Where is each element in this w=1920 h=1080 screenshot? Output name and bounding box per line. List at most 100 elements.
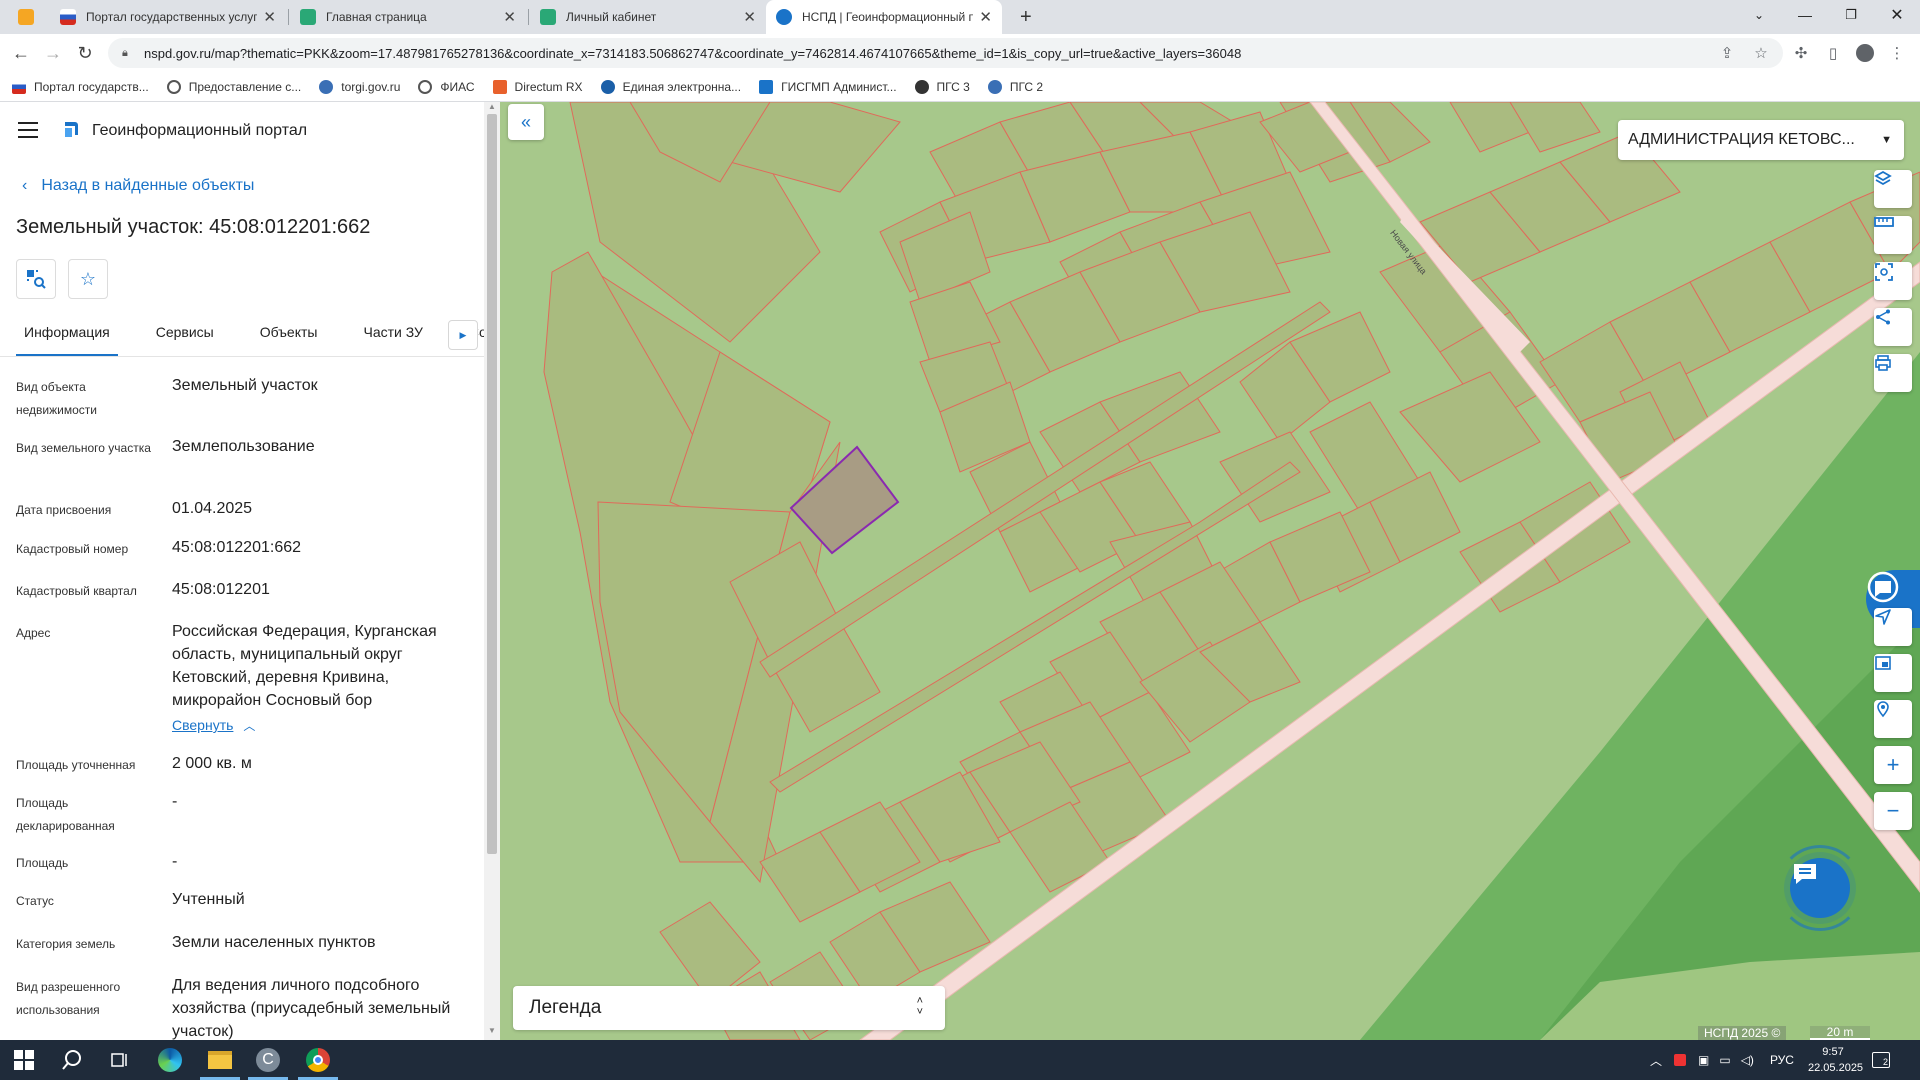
zoom-out-button[interactable]: − bbox=[1874, 792, 1912, 830]
bookmarks-bar: Портал государств... Предоставление с...… bbox=[0, 72, 1920, 102]
attr-value: Для ведения личного подсобного хозяйства… bbox=[172, 977, 451, 1040]
scroll-up-icon[interactable]: ▲ bbox=[484, 102, 500, 114]
menu-hamburger-icon[interactable] bbox=[18, 122, 38, 138]
app-c-icon[interactable]: C bbox=[254, 1046, 282, 1074]
system-tray: ︿ ▣ ▭ ◁) РУС bbox=[1650, 1040, 1794, 1080]
file-explorer-icon[interactable] bbox=[206, 1046, 234, 1074]
tab-close-icon[interactable]: ✕ bbox=[503, 8, 516, 26]
system-clock[interactable]: 9:57 22.05.2025 bbox=[1808, 1044, 1863, 1076]
tab-objects[interactable]: Объекты bbox=[252, 322, 326, 356]
double-chevron-left-icon: « bbox=[520, 111, 531, 132]
back-to-results-link[interactable]: ‹ Назад в найденные объекты bbox=[22, 177, 254, 195]
scroll-down-icon[interactable]: ▼ bbox=[484, 1026, 500, 1038]
windows-start-icon[interactable] bbox=[10, 1046, 38, 1074]
extensions-icon[interactable]: ✣ bbox=[1790, 42, 1812, 64]
tabs-scroll-right-button[interactable]: ▶ bbox=[448, 320, 478, 350]
profile-avatar[interactable] bbox=[1854, 42, 1876, 64]
bookmark-item[interactable]: ПГС 2 bbox=[987, 79, 1043, 94]
administration-select-value: АДМИНИСТРАЦИЯ КЕТОВС... bbox=[1628, 131, 1855, 148]
geolocate-button[interactable] bbox=[1874, 608, 1912, 646]
edge-icon[interactable] bbox=[156, 1046, 184, 1074]
tab-pinned[interactable] bbox=[8, 0, 44, 34]
print-button[interactable] bbox=[1874, 354, 1912, 392]
tab-title: Личный кабинет bbox=[566, 10, 657, 24]
tab-gosuslugi[interactable]: Портал государственных услуг ✕ bbox=[50, 0, 286, 34]
zoom-in-button[interactable]: + bbox=[1874, 746, 1912, 784]
volume-icon[interactable]: ◁) bbox=[1741, 1053, 1754, 1067]
camera-icon[interactable]: ▣ bbox=[1698, 1053, 1709, 1067]
new-tab-button[interactable]: + bbox=[1010, 0, 1044, 34]
area-select-button[interactable] bbox=[1874, 262, 1912, 300]
scrollbar-thumb[interactable] bbox=[487, 114, 497, 854]
bookmark-item[interactable]: ФИАС bbox=[418, 79, 475, 94]
chat-button[interactable] bbox=[1790, 858, 1850, 918]
printer-icon bbox=[1875, 355, 1891, 371]
bookmark-star-icon[interactable]: ☆ bbox=[1750, 42, 1772, 64]
bookmark-item[interactable]: Портал государств... bbox=[12, 79, 149, 94]
tab-nspd[interactable]: НСПД | Геоинформационный п ✕ bbox=[766, 0, 1002, 34]
input-language[interactable]: РУС bbox=[1770, 1053, 1794, 1067]
attr-label: Вид земельного участка bbox=[16, 441, 151, 455]
administration-select[interactable]: АДМИНИСТРАЦИЯ КЕТОВС... ▼ bbox=[1618, 120, 1904, 160]
tab-close-icon[interactable]: ✕ bbox=[263, 8, 276, 26]
location-search-button[interactable] bbox=[1874, 700, 1912, 738]
url-text: nspd.gov.ru/map?thematic=PKK&zoom=17.487… bbox=[144, 45, 1242, 61]
share-button[interactable] bbox=[1874, 308, 1912, 346]
chevron-up-icon[interactable]: ︿ bbox=[1650, 1052, 1662, 1069]
measure-button[interactable] bbox=[1874, 216, 1912, 254]
back-link-label: Назад в найденные объекты bbox=[41, 177, 255, 194]
chrome-icon[interactable] bbox=[304, 1046, 332, 1074]
tab-personal-account[interactable]: Личный кабинет ✕ bbox=[530, 0, 766, 34]
bookmark-item[interactable]: ГИСГМП Админист... bbox=[759, 79, 897, 94]
task-view-icon[interactable] bbox=[106, 1046, 134, 1074]
menu-kebab-icon[interactable]: ⋮ bbox=[1886, 42, 1908, 64]
tray-app-icon[interactable] bbox=[1674, 1054, 1687, 1066]
network-icon[interactable]: ▭ bbox=[1719, 1053, 1730, 1067]
back-icon[interactable]: ← bbox=[8, 40, 34, 66]
tab-main-page[interactable]: Главная страница ✕ bbox=[290, 0, 526, 34]
tab-favicon-icon bbox=[18, 9, 34, 25]
bookmark-item[interactable]: Единая электронна... bbox=[600, 79, 742, 94]
bookmark-item[interactable]: torgi.gov.ru bbox=[319, 79, 400, 94]
tab-close-icon[interactable]: ✕ bbox=[743, 8, 756, 26]
attr-value: 2 000 кв. м bbox=[172, 755, 252, 772]
collapse-panel-button[interactable]: « bbox=[508, 104, 544, 140]
bookmark-item[interactable]: Directum RX bbox=[492, 79, 583, 94]
layers-icon bbox=[1874, 170, 1892, 186]
tab-favicon-icon bbox=[300, 9, 316, 25]
tab-services[interactable]: Сервисы bbox=[148, 322, 222, 356]
bookmark-label: Единая электронна... bbox=[622, 79, 742, 94]
map-canvas[interactable]: Новая улица « АДМИНИСТРАЦИЯ КЕТОВС... ▼ … bbox=[500, 102, 1920, 1040]
reload-icon[interactable]: ↻ bbox=[72, 40, 98, 66]
tab-search-icon[interactable]: ⌄ bbox=[1736, 0, 1782, 30]
bookmark-favicon-icon bbox=[166, 79, 181, 94]
close-window-icon[interactable]: ✕ bbox=[1874, 0, 1920, 30]
tab-title: Главная страница bbox=[326, 10, 427, 24]
collapse-address-link[interactable]: Свернуть ︿ bbox=[172, 714, 255, 738]
forward-icon[interactable]: → bbox=[40, 40, 66, 66]
share-icon[interactable]: ⇪ bbox=[1716, 42, 1738, 64]
panel-scrollbar[interactable]: ▲ ▼ bbox=[484, 102, 500, 1040]
tab-close-icon[interactable]: ✕ bbox=[979, 8, 992, 26]
layers-button[interactable] bbox=[1874, 170, 1912, 208]
favorite-button[interactable]: ☆ bbox=[68, 259, 108, 299]
tab-information[interactable]: Информация bbox=[16, 322, 118, 356]
tab-parts[interactable]: Части ЗУ bbox=[355, 322, 430, 356]
url-input[interactable]: 🔒︎ nspd.gov.ru/map?thematic=PKK&zoom=17.… bbox=[108, 38, 1783, 68]
location-search-icon bbox=[1877, 701, 1889, 718]
expand-collapse-icon: ˄ ˅ bbox=[916, 995, 923, 1018]
search-icon[interactable] bbox=[58, 1046, 86, 1074]
object-title: Земельный участок: 45:08:012201:662 bbox=[16, 216, 371, 238]
sidepanel-icon[interactable]: ▯ bbox=[1822, 42, 1844, 64]
restore-icon[interactable]: ❐ bbox=[1828, 0, 1874, 30]
notifications-button[interactable]: 2 bbox=[1872, 1040, 1890, 1080]
attr-label: Вид объекта недвижимости bbox=[16, 380, 97, 417]
bookmark-item[interactable]: ПГС 3 bbox=[914, 79, 970, 94]
minimap-button[interactable] bbox=[1874, 654, 1912, 692]
legend-panel[interactable]: Легенда ˄ ˅ bbox=[513, 986, 945, 1030]
zoom-to-object-button[interactable] bbox=[16, 259, 56, 299]
bookmark-item[interactable]: Предоставление с... bbox=[166, 79, 301, 94]
minimize-icon[interactable]: — bbox=[1782, 0, 1828, 30]
attr-label: Дата присвоения bbox=[16, 503, 112, 517]
bookmark-favicon-icon bbox=[914, 79, 929, 94]
